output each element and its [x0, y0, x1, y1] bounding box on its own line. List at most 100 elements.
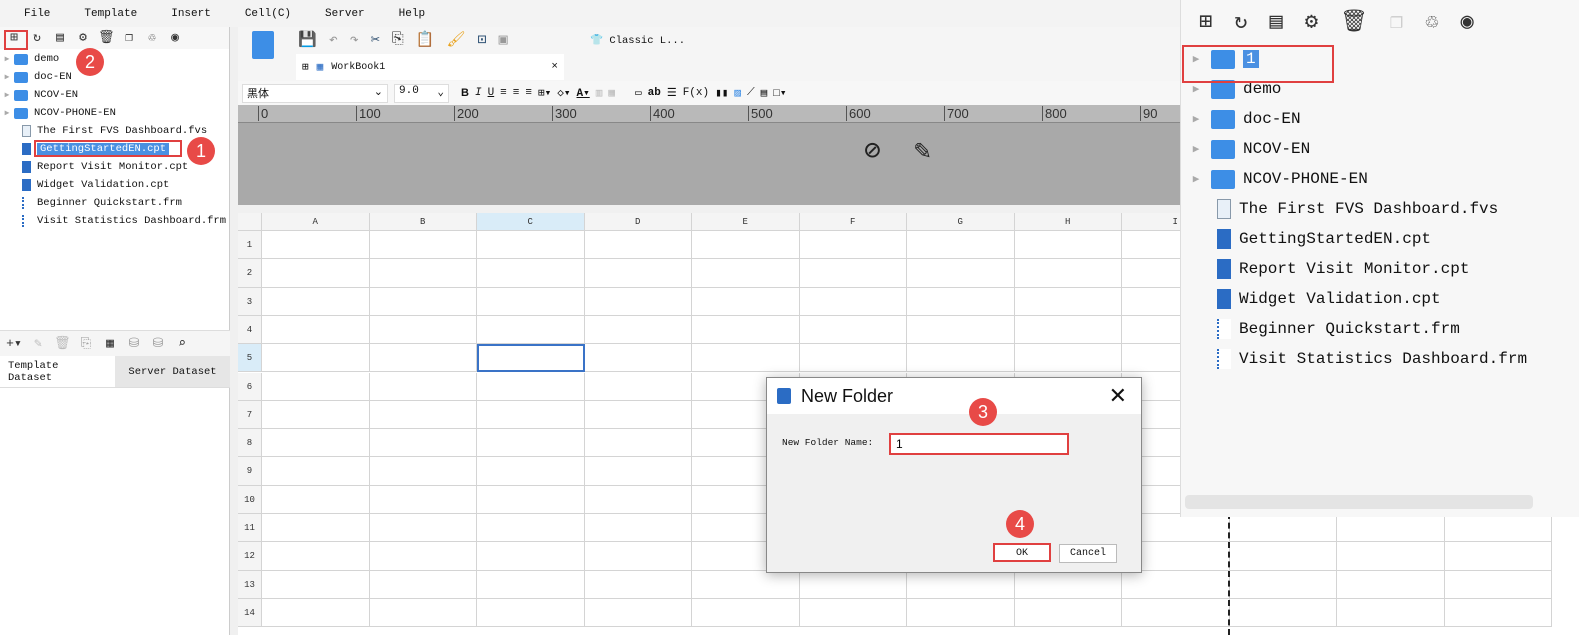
- cell[interactable]: [262, 259, 370, 288]
- tree-item[interactable]: Widget Validation.cpt: [1181, 284, 1579, 314]
- cell[interactable]: [369, 485, 477, 514]
- cell[interactable]: [1014, 287, 1122, 316]
- add-dataset-icon[interactable]: +▾: [6, 336, 22, 352]
- cell[interactable]: [692, 570, 800, 599]
- size-select[interactable]: 9.0 ⌄: [394, 83, 449, 103]
- cell[interactable]: [1337, 570, 1445, 599]
- row-header[interactable]: 6: [238, 372, 262, 401]
- row-header[interactable]: 14: [238, 598, 262, 628]
- row-header[interactable]: 10: [238, 485, 262, 514]
- cell[interactable]: [262, 514, 370, 543]
- text-field-icon[interactable]: ▭: [635, 86, 642, 100]
- tab-workbook1[interactable]: ⊞ ▦ WorkBook1 ×: [296, 54, 564, 80]
- cell[interactable]: [477, 400, 585, 430]
- new-sheet-icon[interactable]: ⊞: [302, 60, 309, 74]
- cell[interactable]: [262, 315, 370, 345]
- delete-icon[interactable]: 🗑: [1340, 9, 1368, 35]
- unmerge-icon[interactable]: ▦: [608, 86, 615, 100]
- cell[interactable]: [477, 598, 585, 628]
- row-header[interactable]: 7: [238, 400, 262, 430]
- cell[interactable]: [799, 598, 907, 628]
- cell[interactable]: [1337, 514, 1445, 543]
- cell[interactable]: [799, 287, 907, 316]
- cell[interactable]: [262, 372, 370, 401]
- paragraph-icon[interactable]: ☰: [667, 86, 677, 100]
- bold-icon[interactable]: B: [461, 87, 469, 99]
- locate-icon[interactable]: ◉: [1460, 9, 1473, 35]
- recycle-icon[interactable]: ♲: [144, 30, 160, 46]
- preview-icon[interactable]: ⎘: [78, 336, 94, 352]
- settings-icon[interactable]: ⚙: [75, 30, 91, 46]
- tab-server-dataset[interactable]: Server Dataset: [115, 356, 230, 387]
- tree-item[interactable]: Beginner Quickstart.frm: [1181, 314, 1579, 344]
- cell[interactable]: [477, 485, 585, 514]
- italic-icon[interactable]: I: [475, 87, 482, 99]
- selected-cell[interactable]: [477, 344, 585, 373]
- cell[interactable]: [1014, 231, 1122, 260]
- menu-template[interactable]: Template: [84, 8, 137, 20]
- save-icon[interactable]: 💾: [298, 30, 317, 49]
- align-right-icon[interactable]: ≡: [525, 87, 532, 99]
- open-template-icon[interactable]: ▤: [1270, 9, 1283, 35]
- refresh-icon[interactable]: ↻: [29, 30, 45, 46]
- row-header[interactable]: 4: [238, 315, 262, 345]
- cell[interactable]: [907, 315, 1015, 345]
- edit-icon[interactable]: ✎: [30, 336, 46, 352]
- select-all-corner[interactable]: [238, 213, 262, 231]
- cell[interactable]: [369, 457, 477, 486]
- cell[interactable]: [262, 485, 370, 514]
- cell[interactable]: [692, 287, 800, 316]
- cell[interactable]: [477, 372, 585, 401]
- tree-item[interactable]: ▶ NCOV-PHONE-EN: [1181, 164, 1579, 194]
- preview-icon[interactable]: ⊡: [478, 30, 487, 49]
- cell[interactable]: [1229, 570, 1337, 599]
- horizontal-scrollbar[interactable]: [1185, 495, 1533, 509]
- column-header[interactable]: B: [369, 213, 477, 231]
- cell[interactable]: [262, 598, 370, 628]
- tree-item[interactable]: ▶ NCOV-EN: [1181, 134, 1579, 164]
- cell[interactable]: [262, 400, 370, 430]
- cell[interactable]: [584, 372, 692, 401]
- fill-color-icon[interactable]: ◇▾: [557, 86, 570, 100]
- tree-item[interactable]: The First FVS Dashboard.fvs: [1181, 194, 1579, 224]
- cancel-button[interactable]: Cancel: [1059, 544, 1117, 563]
- cell[interactable]: [692, 315, 800, 345]
- refresh-icon[interactable]: ↻: [1234, 9, 1247, 35]
- underline-icon[interactable]: U: [488, 87, 495, 99]
- cell[interactable]: [584, 457, 692, 486]
- cell[interactable]: [799, 231, 907, 260]
- cell[interactable]: [477, 514, 585, 543]
- cell[interactable]: [369, 315, 477, 345]
- copy-icon[interactable]: ❐: [1390, 9, 1403, 35]
- font-color-icon[interactable]: A▾: [577, 86, 590, 100]
- cell[interactable]: [262, 429, 370, 458]
- recycle-icon[interactable]: ♲: [1425, 9, 1438, 35]
- cell[interactable]: [1229, 542, 1337, 571]
- tree-item[interactable]: Widget Validation.cpt: [0, 176, 229, 194]
- cell[interactable]: [477, 259, 585, 288]
- cell[interactable]: [1122, 598, 1230, 628]
- close-tab-icon[interactable]: ×: [551, 61, 558, 73]
- expand-icon[interactable]: ▶: [0, 72, 14, 82]
- cell[interactable]: [369, 372, 477, 401]
- column-header[interactable]: C: [477, 213, 585, 231]
- expand-icon[interactable]: ▶: [1181, 172, 1211, 186]
- cell[interactable]: [799, 315, 907, 345]
- expand-icon[interactable]: ▶: [0, 90, 14, 100]
- database-stop-icon[interactable]: ⛁: [150, 336, 166, 352]
- search-icon[interactable]: ⌕: [174, 336, 190, 352]
- font-select[interactable]: 黑体 ⌄: [242, 83, 388, 103]
- cell[interactable]: [799, 259, 907, 288]
- column-header[interactable]: H: [1014, 213, 1122, 231]
- cell[interactable]: [907, 287, 1015, 316]
- tree-item[interactable]: ▶ doc-EN: [1181, 104, 1579, 134]
- new-folder-icon[interactable]: ⊞: [1199, 9, 1212, 35]
- expand-icon[interactable]: ▶: [0, 54, 14, 64]
- tree-item[interactable]: Report Visit Monitor.cpt: [1181, 254, 1579, 284]
- style-button[interactable]: 👕 Classic L...: [590, 33, 685, 47]
- cell[interactable]: [907, 598, 1015, 628]
- cell[interactable]: [584, 598, 692, 628]
- cell[interactable]: [1122, 570, 1230, 599]
- cell-border-icon[interactable]: □▾: [773, 86, 786, 100]
- cell[interactable]: [1014, 259, 1122, 288]
